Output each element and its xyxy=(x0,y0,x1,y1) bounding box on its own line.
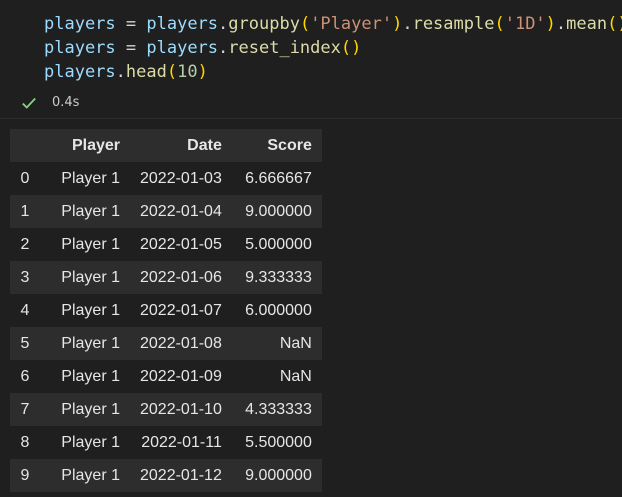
code-token: . xyxy=(218,38,229,58)
code-line-2: players = players.reset_index() xyxy=(44,36,622,60)
cell-score: 5.500000 xyxy=(245,433,312,451)
row-index: 5 xyxy=(20,334,30,352)
code-token: 10 xyxy=(177,62,198,82)
code-token: players xyxy=(44,62,116,82)
table-row: 0 Player 1 2022-01-03 6.666667 xyxy=(10,162,322,195)
table-header-row: Player Date Score xyxy=(10,129,322,162)
cell-score: 6.000000 xyxy=(245,301,312,319)
column-header-score: Score xyxy=(231,129,322,162)
code-token: . xyxy=(115,62,126,82)
cell-status-bar: 0.4s xyxy=(0,88,622,119)
cell-score: 4.333333 xyxy=(245,400,312,418)
row-index: 7 xyxy=(20,400,30,418)
code-token: ( xyxy=(494,14,505,34)
code-token: players xyxy=(44,14,116,34)
code-token: () xyxy=(607,14,622,34)
cell-score: 5.000000 xyxy=(245,235,312,253)
code-line-1: players = players.groupby('Player').resa… xyxy=(44,12,622,36)
code-token: players xyxy=(146,38,219,58)
cell-player: Player 1 xyxy=(61,301,120,319)
table-row: 5 Player 1 2022-01-08 NaN xyxy=(10,327,322,360)
cell-date: 2022-01-10 xyxy=(140,400,222,418)
column-header-index xyxy=(10,129,40,162)
code-token: mean xyxy=(566,14,608,34)
row-index: 2 xyxy=(20,235,30,253)
code-token: groupby xyxy=(228,14,300,34)
cell-player: Player 1 xyxy=(61,466,120,484)
cell-date: 2022-01-09 xyxy=(140,367,222,385)
column-header-player: Player xyxy=(40,129,130,162)
table-row: 8 Player 1 2022-01-11 5.500000 xyxy=(10,426,322,459)
cell-date: 2022-01-07 xyxy=(140,301,222,319)
cell-player: Player 1 xyxy=(61,400,120,418)
row-index: 0 xyxy=(20,169,30,187)
dataframe-table: Player Date Score 0 Player 1 2022-01-03 … xyxy=(10,129,322,492)
cell-score: 9.333333 xyxy=(245,268,312,286)
row-index: 3 xyxy=(20,268,30,286)
cell-score: 9.000000 xyxy=(245,466,312,484)
table-row: 9 Player 1 2022-01-12 9.000000 xyxy=(10,459,322,492)
cell-score: 6.666667 xyxy=(245,169,312,187)
cell-date: 2022-01-03 xyxy=(140,169,222,187)
code-token: 'Player' xyxy=(310,14,393,34)
table-row: 1 Player 1 2022-01-04 9.000000 xyxy=(10,195,322,228)
code-line-3: players.head(10) xyxy=(44,60,622,84)
code-token: ) xyxy=(545,14,556,34)
cell-score: NaN xyxy=(279,367,312,385)
row-index: 1 xyxy=(20,202,30,220)
row-index: 6 xyxy=(20,367,30,385)
code-token: = xyxy=(115,38,147,58)
cell-date: 2022-01-11 xyxy=(141,433,222,451)
cell-player: Player 1 xyxy=(61,433,120,451)
code-token: ( xyxy=(299,14,311,34)
cell-player: Player 1 xyxy=(61,367,120,385)
code-token: reset_index xyxy=(228,38,341,58)
code-token: ) xyxy=(392,14,403,34)
code-token: . xyxy=(218,14,229,34)
table-row: 3 Player 1 2022-01-06 9.333333 xyxy=(10,261,322,294)
table-row: 2 Player 1 2022-01-05 5.000000 xyxy=(10,228,322,261)
check-icon xyxy=(22,97,36,109)
cell-player: Player 1 xyxy=(61,334,120,352)
code-token: = xyxy=(115,14,147,34)
code-token: players xyxy=(146,14,219,34)
cell-output: Player Date Score 0 Player 1 2022-01-03 … xyxy=(0,119,622,497)
execution-time: 0.4s xyxy=(52,95,80,110)
cell-player: Player 1 xyxy=(61,202,120,220)
row-index: 8 xyxy=(20,433,30,451)
code-token: head xyxy=(125,62,167,82)
cell-date: 2022-01-12 xyxy=(140,466,222,484)
code-cell[interactable]: players = players.groupby('Player').resa… xyxy=(0,0,622,88)
table-row: 6 Player 1 2022-01-09 NaN xyxy=(10,360,322,393)
cell-score: NaN xyxy=(279,334,312,352)
table-row: 7 Player 1 2022-01-10 4.333333 xyxy=(10,393,322,426)
cell-date: 2022-01-04 xyxy=(140,202,222,220)
cell-player: Player 1 xyxy=(61,268,120,286)
row-index: 9 xyxy=(20,466,30,484)
code-token: . xyxy=(555,14,567,34)
code-token: . xyxy=(402,14,413,34)
code-token: resample xyxy=(412,14,495,34)
cell-date: 2022-01-08 xyxy=(140,334,222,352)
cell-date: 2022-01-06 xyxy=(140,268,222,286)
code-editor[interactable]: players = players.groupby('Player').resa… xyxy=(44,12,622,84)
row-index: 4 xyxy=(20,301,30,319)
code-token: '1D' xyxy=(504,14,546,34)
column-header-date: Date xyxy=(130,129,232,162)
cell-player: Player 1 xyxy=(61,169,120,187)
cell-score: 9.000000 xyxy=(245,202,312,220)
cell-date: 2022-01-05 xyxy=(140,235,222,253)
cell-player: Player 1 xyxy=(61,235,120,253)
code-token: ( xyxy=(166,62,178,82)
code-token: () xyxy=(340,38,362,58)
code-token: ) xyxy=(197,62,208,82)
code-token: players xyxy=(44,38,116,58)
table-row: 4 Player 1 2022-01-07 6.000000 xyxy=(10,294,322,327)
